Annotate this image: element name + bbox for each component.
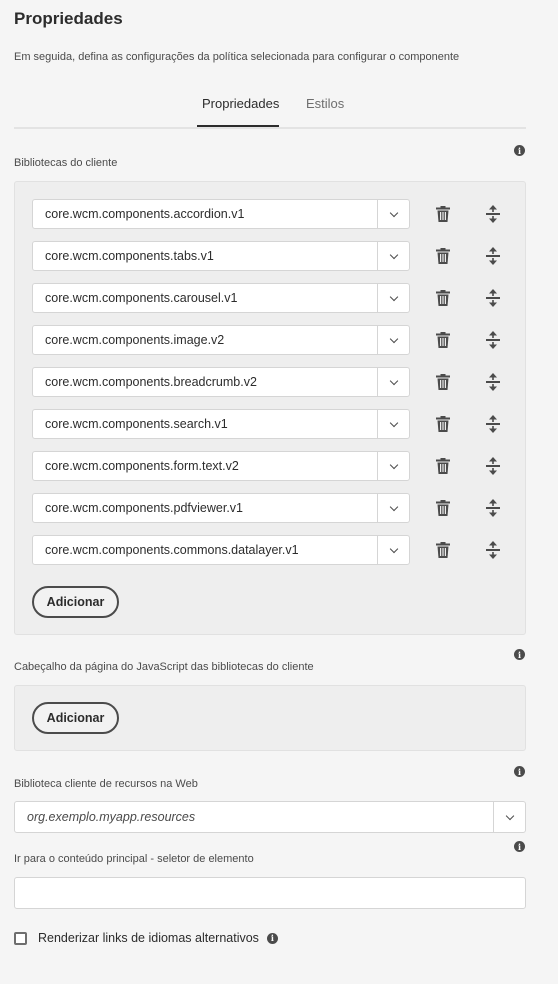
client-library-select[interactable]: core.wcm.components.tabs.v1 — [32, 241, 410, 271]
alt-language-links-row: Renderizar links de idiomas alternativos… — [14, 931, 278, 945]
client-library-select[interactable]: core.wcm.components.form.text.v2 — [32, 451, 410, 481]
client-library-value: core.wcm.components.form.text.v2 — [45, 459, 239, 473]
trash-icon[interactable] — [436, 248, 450, 264]
tab-properties[interactable]: Propriedades — [202, 96, 279, 111]
move-icon[interactable] — [486, 373, 500, 391]
chevron-down-icon — [389, 292, 398, 301]
client-library-dropdown-button[interactable] — [377, 536, 409, 564]
info-icon[interactable]: i — [514, 145, 525, 156]
client-library-select[interactable]: core.wcm.components.image.v2 — [32, 325, 410, 355]
trash-icon[interactable] — [436, 458, 450, 474]
chevron-down-icon — [389, 250, 398, 259]
client-library-select[interactable]: core.wcm.components.commons.datalayer.v1 — [32, 535, 410, 565]
client-library-dropdown-button[interactable] — [377, 494, 409, 522]
client-library-row: core.wcm.components.form.text.v2 — [32, 451, 502, 481]
client-library-dropdown-button[interactable] — [377, 242, 409, 270]
chevron-down-icon — [505, 811, 514, 820]
web-resources-value: org.exemplo.myapp.resources — [27, 810, 196, 824]
client-library-dropdown-button[interactable] — [377, 200, 409, 228]
client-library-value: core.wcm.components.accordion.v1 — [45, 207, 245, 221]
info-icon[interactable]: i — [266, 932, 278, 944]
move-icon[interactable] — [486, 541, 500, 559]
tab-bar: Propriedades Estilos — [14, 84, 526, 129]
js-head-libraries-label: Cabeçalho da página do JavaScript das bi… — [14, 661, 314, 673]
client-library-dropdown-button[interactable] — [377, 452, 409, 480]
client-library-row: core.wcm.components.image.v2 — [32, 325, 502, 355]
move-icon[interactable] — [486, 457, 500, 475]
page-title: Propriedades — [14, 9, 123, 28]
client-library-value: core.wcm.components.commons.datalayer.v1 — [45, 543, 299, 557]
chevron-down-icon — [389, 460, 398, 469]
client-library-value: core.wcm.components.tabs.v1 — [45, 249, 214, 263]
add-client-library-button[interactable]: Adicionar — [32, 586, 119, 618]
trash-icon[interactable] — [436, 374, 450, 390]
main-content-selector-label: Ir para o conteúdo principal - seletor d… — [14, 853, 254, 865]
tab-styles[interactable]: Estilos — [306, 96, 344, 111]
chevron-down-icon — [389, 418, 398, 427]
chevron-down-icon — [389, 502, 398, 511]
chevron-down-icon — [389, 376, 398, 385]
page-subtitle: Em seguida, defina as configurações da p… — [14, 51, 460, 63]
active-tab-indicator — [197, 125, 279, 127]
move-icon[interactable] — [486, 247, 500, 265]
trash-icon[interactable] — [436, 542, 450, 558]
chevron-down-icon — [389, 208, 398, 217]
alt-language-links-label: Renderizar links de idiomas alternativos — [38, 931, 259, 945]
move-icon[interactable] — [486, 331, 500, 349]
info-icon[interactable]: i — [514, 649, 525, 660]
trash-icon[interactable] — [436, 332, 450, 348]
client-library-select[interactable]: core.wcm.components.carousel.v1 — [32, 283, 410, 313]
client-library-dropdown-button[interactable] — [377, 326, 409, 354]
chevron-down-icon — [389, 544, 398, 553]
client-library-select[interactable]: core.wcm.components.search.v1 — [32, 409, 410, 439]
add-js-head-library-button[interactable]: Adicionar — [32, 702, 119, 734]
client-library-row: core.wcm.components.breadcrumb.v2 — [32, 367, 502, 397]
client-library-select[interactable]: core.wcm.components.breadcrumb.v2 — [32, 367, 410, 397]
client-library-row: core.wcm.components.search.v1 — [32, 409, 502, 439]
client-library-value: core.wcm.components.pdfviewer.v1 — [45, 501, 244, 515]
main-content-selector-input[interactable] — [14, 877, 526, 909]
move-icon[interactable] — [486, 415, 500, 433]
client-library-value: core.wcm.components.image.v2 — [45, 333, 225, 347]
client-library-row: core.wcm.components.carousel.v1 — [32, 283, 502, 313]
client-library-select[interactable]: core.wcm.components.accordion.v1 — [32, 199, 410, 229]
client-library-dropdown-button[interactable] — [377, 284, 409, 312]
client-library-value: core.wcm.components.carousel.v1 — [45, 291, 238, 305]
client-library-select[interactable]: core.wcm.components.pdfviewer.v1 — [32, 493, 410, 523]
client-library-dropdown-button[interactable] — [377, 410, 409, 438]
client-library-value: core.wcm.components.breadcrumb.v2 — [45, 375, 257, 389]
client-library-row: core.wcm.components.commons.datalayer.v1 — [32, 535, 502, 565]
web-resources-dropdown-button[interactable] — [493, 802, 525, 832]
alt-language-links-checkbox[interactable] — [14, 931, 27, 945]
client-library-row: core.wcm.components.accordion.v1 — [32, 199, 502, 229]
trash-icon[interactable] — [436, 500, 450, 516]
chevron-down-icon — [389, 334, 398, 343]
js-head-libraries-panel: Adicionar — [14, 685, 526, 751]
move-icon[interactable] — [486, 499, 500, 517]
web-resources-label: Biblioteca cliente de recursos na Web — [14, 778, 198, 790]
info-icon[interactable]: i — [514, 841, 525, 852]
trash-icon[interactable] — [436, 416, 450, 432]
client-libraries-label: Bibliotecas do cliente — [14, 157, 118, 169]
client-library-row: core.wcm.components.tabs.v1 — [32, 241, 502, 271]
client-library-row: core.wcm.components.pdfviewer.v1 — [32, 493, 502, 523]
client-library-dropdown-button[interactable] — [377, 368, 409, 396]
move-icon[interactable] — [486, 205, 500, 223]
trash-icon[interactable] — [436, 290, 450, 306]
client-libraries-panel: core.wcm.components.accordion.v1 core.wc… — [14, 181, 526, 635]
web-resources-select[interactable]: org.exemplo.myapp.resources — [14, 801, 526, 833]
move-icon[interactable] — [486, 289, 500, 307]
client-library-value: core.wcm.components.search.v1 — [45, 417, 228, 431]
trash-icon[interactable] — [436, 206, 450, 222]
info-icon[interactable]: i — [514, 766, 525, 777]
